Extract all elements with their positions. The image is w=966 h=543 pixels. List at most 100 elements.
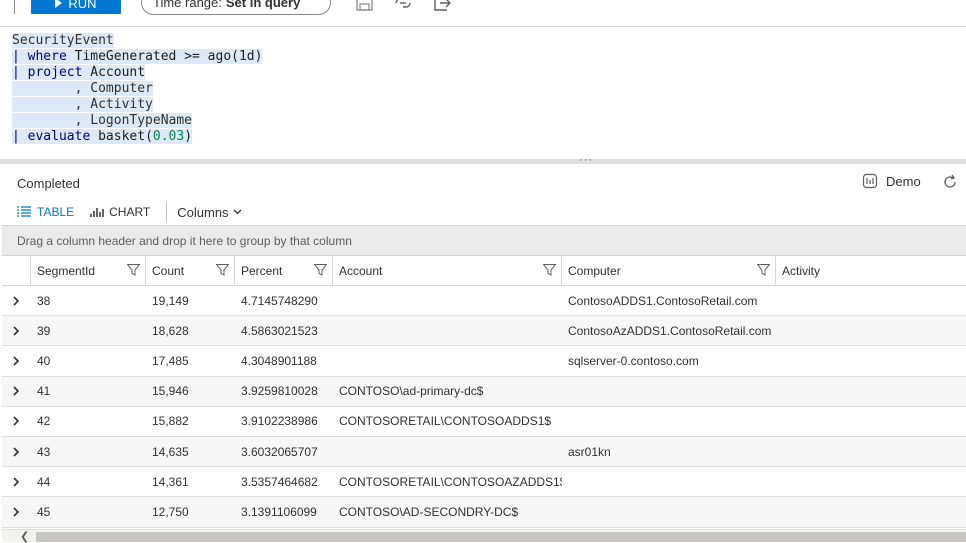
expand-row-icon[interactable] (2, 467, 31, 496)
table-row[interactable]: 44 14,361 3.5357464682 CONTOSORETAIL\CONTOS… (2, 467, 966, 498)
column-header-label: Computer (568, 263, 621, 278)
scrollbar-thumb[interactable] (36, 532, 966, 542)
cell-activity (776, 497, 966, 526)
expand-row-icon[interactable] (2, 407, 31, 436)
table-row[interactable]: 43 14,635 3.6032065707 asr01kn (2, 436, 966, 468)
expand-row-icon[interactable] (2, 497, 31, 526)
grid-body: 38 19,149 4.7145748290 ContosoADDS1.Contoso… (2, 286, 966, 528)
cell-count: 14,635 (152, 444, 189, 459)
group-by-drop-zone[interactable]: Drag a column header and drop it here to… (2, 225, 966, 256)
cell-percent: 3.6032065707 (241, 444, 318, 459)
cell-segment: 41 (37, 384, 51, 399)
expand-row-icon[interactable] (2, 437, 31, 466)
tab-table-label: TABLE (37, 205, 75, 219)
run-button[interactable]: RUN (31, 0, 121, 14)
toolbar-divider (14, 0, 15, 14)
code-line: | project Account (12, 65, 262, 81)
time-range-label: Time range: (153, 0, 222, 10)
code-text: basket( (90, 129, 153, 144)
code-text: TimeGenerated >= ago(1d) (66, 49, 263, 64)
query-editor[interactable]: SecurityEvent | where TimeGenerated >= ag… (0, 28, 966, 159)
cell-count: 18,628 (152, 323, 189, 338)
group-by-hint: Drag a column header and drop it here to… (17, 233, 352, 248)
cell-segment: 44 (37, 474, 51, 489)
table-row[interactable]: 38 19,149 4.7145748290 ContosoADDS1.Contoso… (2, 286, 966, 317)
code-number: 0.03 (152, 129, 185, 144)
filter-icon[interactable] (314, 264, 327, 276)
column-header-label: SegmentId (37, 263, 96, 278)
expand-row-icon[interactable] (2, 346, 31, 375)
filter-icon[interactable] (757, 264, 770, 276)
cell-percent: 3.5357464682 (241, 474, 318, 489)
cell-computer (562, 497, 776, 526)
refresh-icon[interactable] (942, 174, 958, 190)
cell-activity (776, 407, 966, 436)
column-header-count[interactable]: Count (146, 256, 235, 285)
column-header-label: Percent (241, 263, 283, 278)
scroll-left-icon[interactable]: ❮ (20, 530, 29, 543)
code-text: , Computer (12, 81, 153, 96)
copy-link-icon[interactable] (393, 0, 413, 12)
cell-percent: 4.7145748290 (241, 293, 318, 308)
expand-row-icon[interactable] (2, 316, 31, 345)
cell-percent: 3.9259810028 (241, 384, 318, 399)
code-text: SecurityEvent (12, 33, 114, 48)
code-keyword: where (27, 49, 67, 64)
cell-activity (776, 316, 966, 345)
code-line: | evaluate basket(0.03) (12, 129, 262, 145)
cell-account (333, 437, 562, 466)
cell-percent: 3.9102238986 (241, 414, 318, 429)
code-line: , Activity (12, 97, 262, 113)
cell-activity (776, 346, 966, 375)
expand-row-icon[interactable] (2, 377, 31, 406)
column-header-activity[interactable]: Activity (776, 256, 966, 285)
chart-icon (90, 208, 104, 217)
table-row[interactable]: 41 15,946 3.9259810028 CONTOSO\ad-primary-d… (2, 376, 966, 407)
query-status: Completed (17, 176, 80, 191)
table-row[interactable]: 45 12,750 3.1391106099 CONTOSO\AD-SECONDRY-… (2, 497, 966, 528)
results-grid: SegmentId Count Percent Account Computer… (2, 256, 966, 528)
cell-segment: 42 (37, 414, 51, 429)
cell-segment: 38 (37, 293, 51, 308)
cell-segment: 45 (37, 504, 51, 519)
filter-icon[interactable] (216, 264, 229, 276)
table-row[interactable]: 40 17,485 4.3048901188 sqlserver-0.contoso.… (2, 346, 966, 377)
cell-account (333, 346, 562, 375)
code-keyword: evaluate (27, 129, 91, 144)
column-header-label: Activity (782, 263, 821, 278)
cell-account (333, 316, 562, 345)
code-keyword: project (27, 65, 83, 80)
query-toolbar: RUN Time range: Set in query (0, 0, 966, 27)
workspace-name: Demo (886, 173, 921, 189)
query-code[interactable]: SecurityEvent | where TimeGenerated >= ag… (12, 33, 263, 145)
filter-icon[interactable] (543, 264, 556, 276)
cell-activity (776, 377, 966, 406)
code-line: SecurityEvent (12, 33, 262, 49)
table-row[interactable]: 42 15,882 3.9102238986 CONTOSORETAIL\CONTOS… (2, 407, 966, 437)
cell-activity (776, 437, 966, 466)
column-header-segmentid[interactable]: SegmentId (31, 256, 146, 285)
column-header-percent[interactable]: Percent (235, 256, 333, 285)
time-range-picker[interactable]: Time range: Set in query (141, 0, 331, 15)
code-line: | where TimeGenerated >= ago(1d) (12, 49, 263, 65)
export-icon[interactable] (432, 0, 452, 12)
cell-computer (562, 467, 776, 496)
column-header-computer[interactable]: Computer (562, 256, 776, 285)
save-icon[interactable] (355, 0, 375, 12)
cell-count: 19,149 (152, 293, 189, 308)
cell-count: 14,361 (152, 474, 189, 489)
tab-chart[interactable]: CHART (90, 205, 150, 219)
code-line: , LogonTypeName (12, 113, 262, 129)
table-row[interactable]: 39 18,628 4.5863021523 ContosoAzADDS1.Conto… (2, 316, 966, 347)
code-text: , LogonTypeName (12, 113, 193, 128)
horizontal-scrollbar[interactable]: ❮ (2, 529, 966, 543)
cell-activity (776, 467, 966, 496)
table-icon (17, 206, 31, 217)
columns-dropdown[interactable]: Columns (177, 204, 242, 220)
expand-row-icon[interactable] (2, 286, 31, 315)
column-header-account[interactable]: Account (333, 256, 562, 285)
columns-label: Columns (177, 204, 229, 220)
tab-table[interactable]: TABLE (16, 205, 74, 219)
workspace-indicator[interactable]: Demo (862, 173, 921, 189)
filter-icon[interactable] (127, 264, 140, 276)
